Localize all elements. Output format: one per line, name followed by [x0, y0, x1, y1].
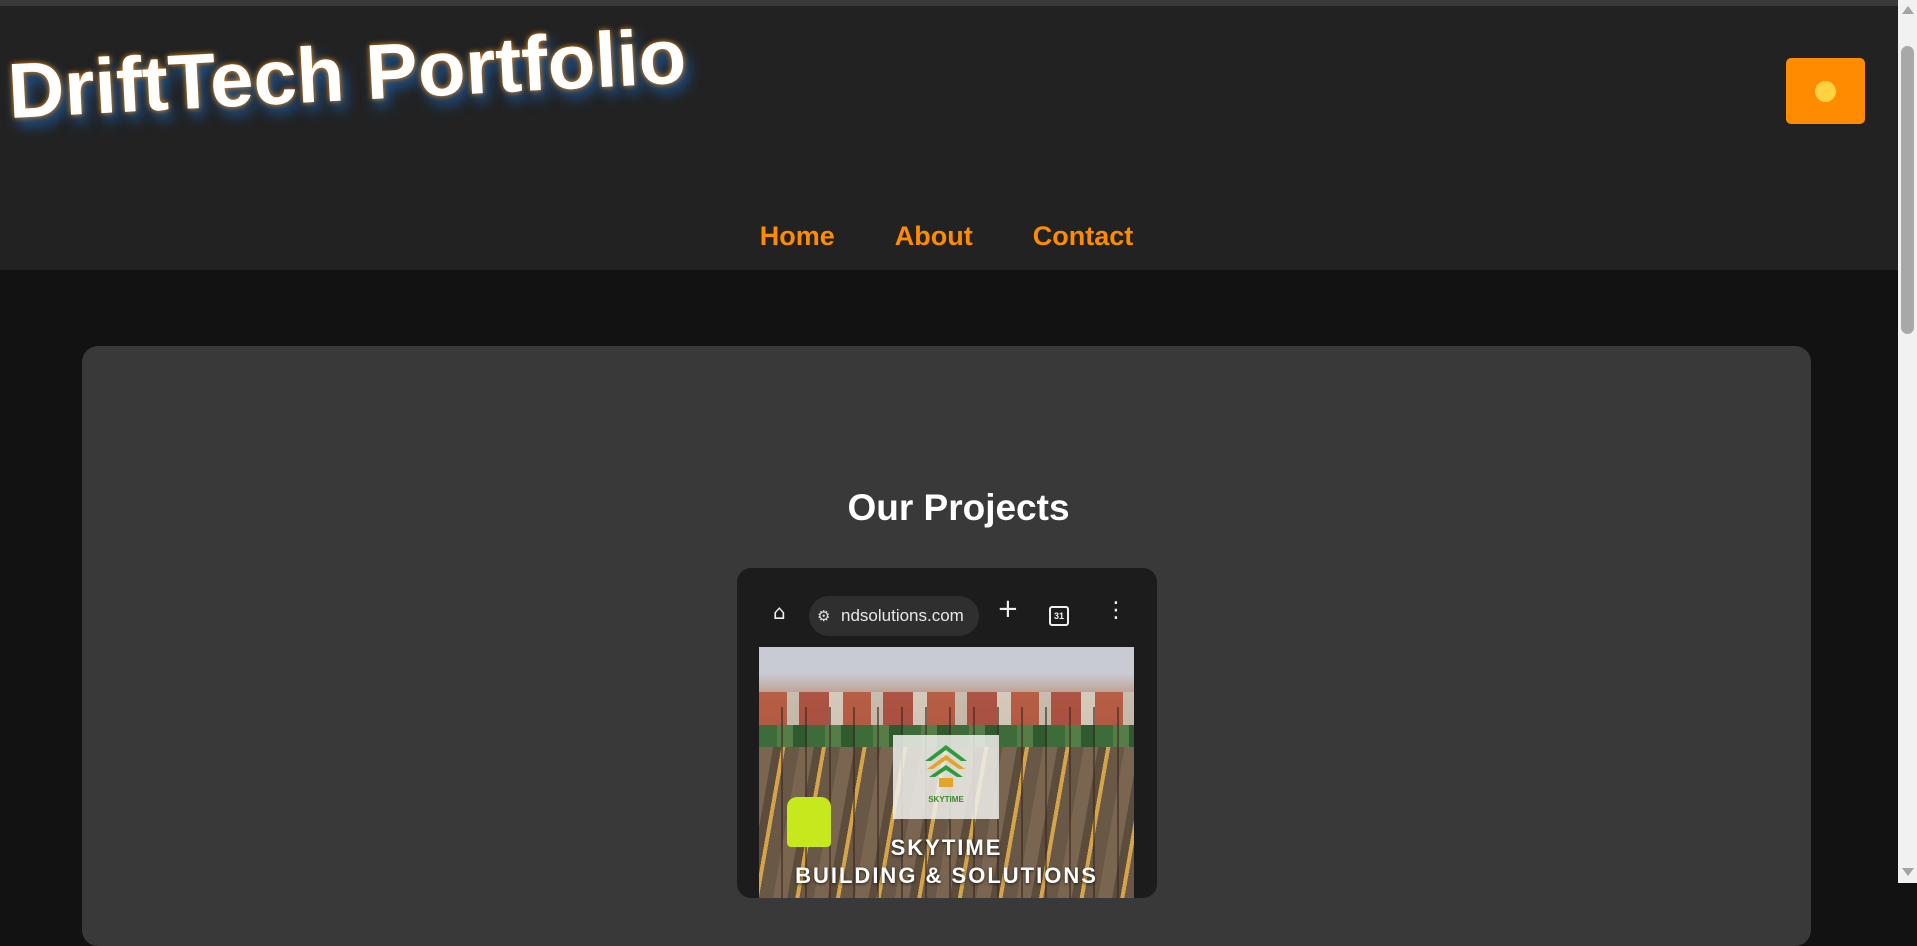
home-icon: ⌂: [773, 600, 786, 624]
mobile-browser-bar: ⌂ ⚙ ndsolutions.com + 31 ⋮: [737, 568, 1157, 646]
url-text: ndsolutions.com: [841, 606, 964, 625]
sun-icon: [1815, 80, 1836, 102]
project-image-title: SKYTIME: [890, 835, 1003, 860]
nav-link-home[interactable]: Home: [760, 218, 835, 254]
page-scrollbar[interactable]: [1898, 0, 1917, 883]
nav-link-about[interactable]: About: [895, 218, 973, 254]
theme-toggle-button[interactable]: [1786, 58, 1865, 124]
tune-icon: ⚙: [817, 607, 831, 625]
scroll-thumb[interactable]: [1901, 46, 1914, 334]
project-screenshot: SKYTIME SKYTIME BUILDING & SOLUTIONS: [759, 647, 1134, 898]
main-nav: Home About Contact: [0, 218, 1893, 254]
skytime-logo: SKYTIME: [893, 735, 999, 819]
project-preview-card[interactable]: ⌂ ⚙ ndsolutions.com + 31 ⋮ SKYTIME SKYTI…: [737, 568, 1157, 898]
scroll-down-arrow-icon[interactable]: [1902, 868, 1914, 876]
scroll-up-arrow-icon[interactable]: [1902, 6, 1914, 14]
projects-heading: Our Projects: [847, 487, 1070, 528]
tabs-icon: 31: [1049, 606, 1069, 626]
project-image-subtitle: BUILDING & SOLUTIONS: [795, 863, 1098, 888]
skytime-logo-text: SKYTIME: [928, 795, 964, 804]
url-pill: ⚙ ndsolutions.com: [809, 596, 979, 636]
more-vertical-icon: ⋮: [1105, 598, 1127, 623]
plus-icon: +: [997, 594, 1019, 624]
nav-link-contact[interactable]: Contact: [1033, 218, 1134, 254]
skytime-logo-mark: [925, 745, 967, 787]
site-title[interactable]: DriftTech Portfolio: [6, 11, 689, 137]
